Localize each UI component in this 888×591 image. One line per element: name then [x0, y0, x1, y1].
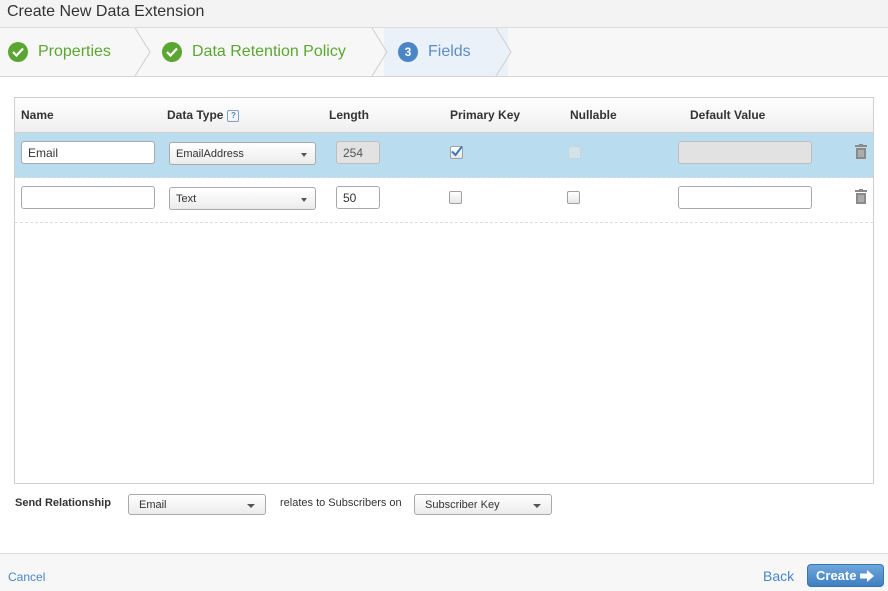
column-header-label: Data Type [167, 108, 224, 122]
relationship-field-dropdown[interactable]: Email [128, 494, 266, 515]
step-label: Fields [428, 43, 471, 60]
table-row[interactable]: Text 50 [15, 178, 873, 223]
default-value-input[interactable] [678, 141, 812, 164]
check-icon [162, 42, 182, 62]
step-label: Data Retention Policy [192, 43, 346, 60]
chevron-down-icon [533, 504, 541, 508]
field-name-input[interactable]: Email [21, 141, 155, 164]
send-relationship-bar: Send Relationship Email relates to Subsc… [0, 492, 888, 518]
check-icon [8, 42, 28, 62]
title-bar: Create New Data Extension [0, 0, 888, 28]
relationship-field-value: Email [139, 499, 167, 511]
step-separator-icon [495, 28, 512, 76]
cancel-link[interactable]: Cancel [8, 570, 45, 584]
subscriber-field-dropdown[interactable]: Subscriber Key [414, 494, 552, 515]
nullable-checkbox[interactable] [567, 191, 580, 204]
chevron-down-icon [301, 153, 307, 157]
wizard-steps: Properties Data Retention Policy 3 Field… [0, 28, 888, 77]
step-separator-icon [134, 28, 151, 76]
table-header: Name Data Type? Length Primary Key Nulla… [15, 98, 873, 133]
create-button-label: Create [816, 568, 857, 583]
fields-table: Name Data Type? Length Primary Key Nulla… [14, 97, 874, 484]
step-number-badge: 3 [398, 42, 418, 62]
trash-icon[interactable] [854, 189, 868, 204]
table-row[interactable]: Email EmailAddress 254 [15, 133, 873, 178]
help-icon[interactable]: ? [227, 110, 240, 122]
nullable-checkbox[interactable] [568, 146, 581, 159]
checkmark-icon [451, 145, 463, 157]
send-relationship-label: Send Relationship [15, 497, 111, 509]
dialog-title: Create New Data Extension [7, 3, 205, 20]
data-type-value: EmailAddress [176, 148, 244, 160]
create-data-extension-dialog: Create New Data Extension Properties Dat… [0, 0, 888, 591]
step-separator-icon [371, 28, 388, 76]
primary-key-checkbox[interactable] [449, 191, 462, 204]
dialog-footer: Cancel Back Create [0, 553, 888, 591]
step-data-retention-policy[interactable]: Data Retention Policy [162, 28, 346, 76]
step-fields[interactable]: 3 Fields [398, 28, 471, 76]
column-header-default-value: Default Value [690, 108, 766, 122]
trash-icon[interactable] [854, 144, 868, 159]
relates-to-label: relates to Subscribers on [280, 497, 402, 509]
create-button[interactable]: Create [807, 564, 884, 587]
length-input[interactable]: 50 [336, 186, 380, 209]
chevron-down-icon [247, 504, 255, 508]
data-type-select[interactable]: EmailAddress [169, 142, 316, 165]
step-label: Properties [38, 43, 111, 60]
step-properties[interactable]: Properties [8, 28, 111, 76]
subscriber-field-value: Subscriber Key [425, 499, 500, 511]
column-header-data-type: Data Type? [167, 108, 240, 122]
arrow-right-icon [860, 570, 874, 582]
back-link[interactable]: Back [763, 568, 794, 584]
data-type-value: Text [176, 193, 197, 205]
column-header-name: Name [21, 108, 54, 122]
field-name-input[interactable] [21, 186, 155, 209]
column-header-nullable: Nullable [570, 108, 617, 122]
data-type-select[interactable]: Text [169, 187, 316, 210]
column-header-length: Length [329, 108, 369, 122]
primary-key-checkbox[interactable] [450, 145, 463, 159]
chevron-down-icon [301, 198, 307, 202]
default-value-input[interactable] [678, 186, 812, 209]
column-header-primary-key: Primary Key [450, 108, 521, 122]
length-input[interactable]: 254 [336, 141, 380, 164]
